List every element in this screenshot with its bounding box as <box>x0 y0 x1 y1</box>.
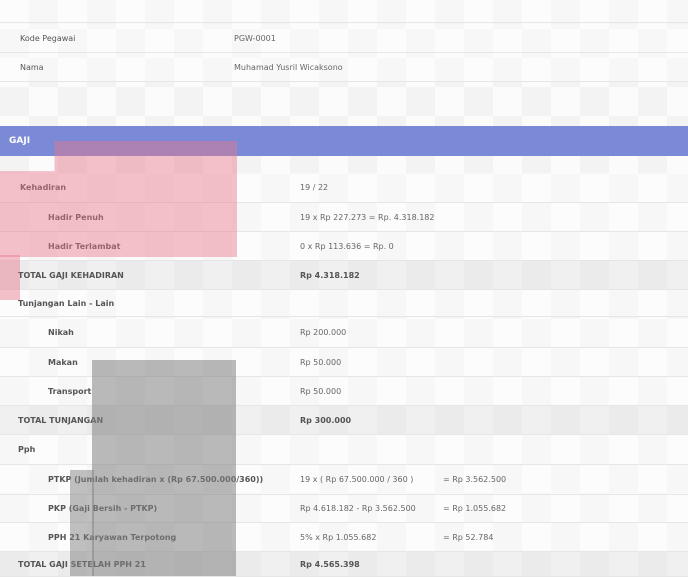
pkp-result: = Rp 1.055.682 <box>443 504 507 513</box>
section-title: GAJI <box>9 136 31 146</box>
employee-name-row: Nama Muhamad Yusril Wicaksono <box>0 53 688 82</box>
attendance-total-value: Rp 4.318.182 <box>300 270 360 280</box>
tax-label: Pph <box>18 445 36 454</box>
allowance-item-value: Rp 50.000 <box>300 357 342 367</box>
pph21-result: = Rp 52.784 <box>443 532 494 542</box>
allowances-total-value: Rp 300.000 <box>300 415 352 425</box>
top-spacer-row <box>0 0 688 23</box>
employee-name-label: Nama <box>20 62 44 72</box>
pink-overlay-artifact-tail <box>0 255 20 300</box>
full-attendance-value: 19 x Rp 227.273 = Rp. 4.318.182 <box>300 212 435 222</box>
pph21-formula: 5% x Rp 1.055.682 <box>300 532 377 542</box>
allowance-item: Nikah Rp 200.000 <box>0 318 688 348</box>
employee-code-value: PGW-0001 <box>234 33 276 43</box>
pkp-formula: Rp 4.618.182 - Rp 3.562.500 <box>300 504 416 513</box>
allowances-label: Tunjangan Lain - Lain <box>18 298 115 308</box>
net-salary-total-value: Rp 4.565.398 <box>300 559 360 569</box>
allowance-item-label: Transport <box>48 386 92 396</box>
allowance-item-label: Makan <box>48 357 78 367</box>
allowances-total-label: TOTAL TUNJANGAN <box>18 415 104 425</box>
allowance-item-label: Nikah <box>48 328 74 337</box>
attendance-total-row: TOTAL GAJI KEHADIRAN Rp 4.318.182 <box>0 261 688 290</box>
gray-overlay-artifact <box>92 360 236 576</box>
allowance-item-value: Rp 50.000 <box>300 386 342 396</box>
ptkp-result: = Rp 3.562.500 <box>443 475 507 484</box>
employee-code-row: Kode Pegawai PGW-0001 <box>0 24 688 53</box>
allowances-row: Tunjangan Lain - Lain <box>0 290 688 317</box>
ptkp-formula: 19 x ( Rp 67.500.000 / 360 ) <box>300 475 414 484</box>
employee-name-value: Muhamad Yusril Wicaksono <box>234 62 343 72</box>
attendance-total-label: TOTAL GAJI KEHADIRAN <box>18 270 124 280</box>
gray-overlay-artifact-tail <box>70 470 94 576</box>
attendance-value: 19 / 22 <box>300 183 329 192</box>
allowance-item-value: Rp 200.000 <box>300 328 347 337</box>
employee-code-label: Kode Pegawai <box>20 33 76 43</box>
late-attendance-value: 0 x Rp 113.636 = Rp. 0 <box>300 241 394 251</box>
